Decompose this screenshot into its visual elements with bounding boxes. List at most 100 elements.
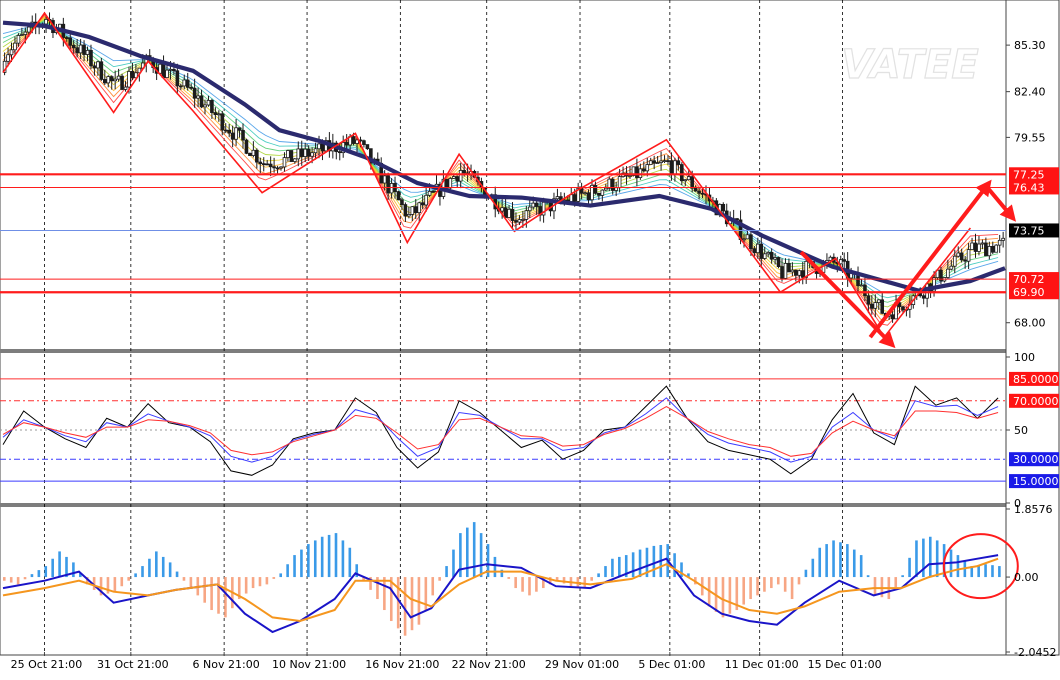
macd-histogram-bar bbox=[300, 549, 303, 578]
candle-body bbox=[85, 49, 90, 55]
candle-body bbox=[766, 252, 770, 255]
macd-histogram-bar bbox=[224, 577, 227, 618]
candle-body bbox=[320, 143, 325, 152]
candle-body bbox=[790, 269, 795, 273]
macd-histogram-bar bbox=[9, 577, 13, 583]
macd-histogram-bar bbox=[272, 577, 276, 579]
candle-body bbox=[838, 259, 843, 265]
macd-histogram-bar bbox=[811, 558, 815, 578]
price-axis-label: 82.40 bbox=[1014, 86, 1046, 99]
candle-body bbox=[787, 263, 791, 273]
time-axis-label: 5 Dec 01:00 bbox=[638, 658, 705, 671]
candle-body bbox=[876, 299, 881, 303]
candle-body bbox=[693, 187, 698, 192]
macd-histogram-bar bbox=[58, 551, 61, 578]
macd-histogram-bar bbox=[3, 577, 6, 581]
candle-body bbox=[403, 204, 408, 217]
macd-histogram-bar bbox=[894, 577, 898, 588]
candle-body bbox=[769, 252, 774, 260]
candle-body bbox=[673, 160, 677, 175]
candle-body bbox=[227, 129, 231, 134]
macd-histogram-bar bbox=[618, 556, 621, 578]
candle-body bbox=[458, 170, 463, 182]
candle-body bbox=[234, 127, 238, 140]
macd-histogram-bar bbox=[721, 577, 725, 618]
candle-body bbox=[686, 176, 691, 181]
macd-histogram-bar bbox=[901, 575, 904, 578]
macd-histogram-bar bbox=[763, 577, 766, 592]
candle-body bbox=[507, 208, 511, 218]
candle-body bbox=[23, 31, 28, 35]
candle-body bbox=[265, 163, 269, 166]
candle-body bbox=[113, 78, 117, 82]
candle-body bbox=[185, 79, 190, 88]
candle-body bbox=[956, 252, 961, 257]
candle-body bbox=[669, 160, 674, 175]
candle-body bbox=[82, 44, 86, 55]
candle-body bbox=[997, 239, 1002, 246]
candle-body bbox=[123, 86, 128, 90]
macd-histogram-bar bbox=[991, 565, 994, 578]
time-axis-label: 22 Nov 21:00 bbox=[452, 658, 526, 671]
macd-histogram-bar bbox=[839, 542, 842, 578]
macd-histogram-bar bbox=[521, 577, 524, 592]
candle-body bbox=[175, 70, 180, 87]
macd-axis-label: -2.0452 bbox=[1014, 646, 1056, 659]
candle-body bbox=[289, 150, 294, 162]
rsi-level-tag: 85.0000 bbox=[1013, 373, 1059, 386]
macd-series-line bbox=[2, 554, 999, 634]
macd-histogram-bar bbox=[334, 533, 338, 578]
candle-body bbox=[973, 242, 978, 252]
candle-body bbox=[534, 202, 539, 207]
candle-body bbox=[946, 268, 950, 278]
price-level-tag: 70.72 bbox=[1013, 273, 1045, 286]
candle-body bbox=[635, 166, 639, 178]
candle-body bbox=[172, 68, 176, 72]
candle-body bbox=[586, 192, 591, 201]
macd-histogram-bar bbox=[141, 566, 144, 578]
candle-body bbox=[828, 256, 833, 261]
macd-histogram-bar bbox=[790, 577, 794, 600]
candle-body bbox=[400, 199, 404, 205]
candle-body bbox=[610, 178, 615, 191]
macd-histogram-bar bbox=[189, 577, 193, 589]
rsi-panel[interactable] bbox=[0, 378, 1006, 482]
candle-body bbox=[237, 127, 242, 131]
candle-body bbox=[182, 79, 187, 87]
macd-histogram-bar bbox=[279, 573, 283, 578]
candle-body bbox=[382, 175, 387, 184]
candle-body bbox=[676, 160, 681, 165]
candle-body bbox=[161, 63, 166, 79]
macd-histogram-bar bbox=[472, 522, 476, 578]
candle-body bbox=[210, 100, 214, 113]
chart-window: 85.30 82.40 79.55 68.00 100 50 0 1.8576 0.00 -2.0… bbox=[0, 0, 1060, 676]
macd-histogram-bar bbox=[611, 558, 614, 578]
macd-histogram-bar bbox=[30, 574, 34, 578]
candle-body bbox=[299, 148, 304, 157]
price-axis-label: 79.55 bbox=[1014, 131, 1046, 144]
candle-body bbox=[407, 213, 411, 217]
rsi-level-tag: 15.0000 bbox=[1013, 475, 1059, 488]
macd-histogram-bar bbox=[866, 575, 870, 578]
candle-body bbox=[258, 161, 263, 165]
macd-histogram-bar bbox=[182, 577, 186, 581]
macd-histogram-bar bbox=[514, 577, 517, 589]
candle-body bbox=[275, 167, 280, 170]
time-axis-label: 25 Oct 21:00 bbox=[11, 658, 83, 671]
price-level-tag: 69.90 bbox=[1013, 286, 1045, 299]
candle-body bbox=[880, 299, 885, 314]
candle-body bbox=[959, 252, 964, 261]
price-axis-label: 68.00 bbox=[1014, 317, 1046, 330]
candle-body bbox=[203, 104, 207, 108]
candle-body bbox=[642, 168, 646, 172]
macd-histogram-bar bbox=[134, 573, 137, 578]
candle-body bbox=[645, 164, 650, 172]
candle-body bbox=[279, 166, 283, 169]
macd-panel[interactable] bbox=[2, 522, 1019, 636]
macd-histogram-bar bbox=[852, 549, 856, 578]
macd-histogram-bar bbox=[258, 577, 262, 587]
candle-body bbox=[583, 192, 587, 195]
candle-body bbox=[572, 194, 577, 202]
candle-body bbox=[510, 208, 515, 221]
candle-body bbox=[248, 152, 252, 156]
